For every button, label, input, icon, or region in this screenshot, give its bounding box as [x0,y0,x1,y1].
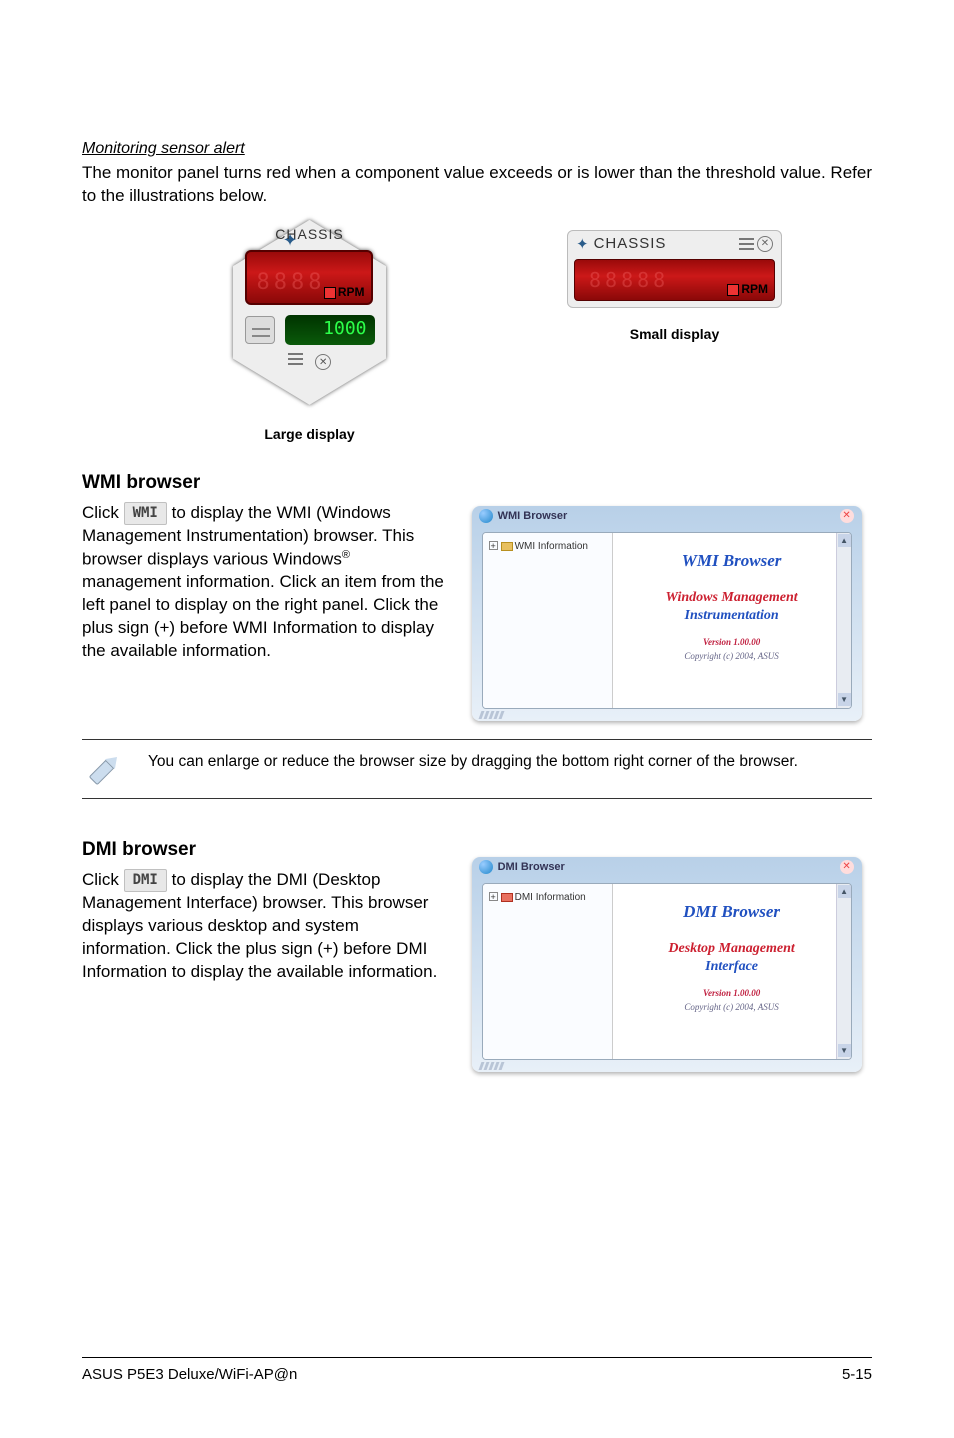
section-heading-monitoring: Monitoring sensor alert [82,140,872,158]
pencil-icon [81,745,129,793]
close-icon: ✕ [840,509,854,523]
dmi-tree: +DMI Information [483,884,613,1059]
scroll-down-icon: ▼ [838,693,851,706]
scroll-up-icon: ▲ [838,885,851,898]
monitoring-para: The monitor panel turns red when a compo… [82,162,872,208]
chassis-label: CHASSIS [225,226,395,242]
wmi-heading: WMI browser [82,472,872,494]
footer-product: ASUS P5E3 Deluxe/WiFi-AP@n [82,1366,297,1383]
globe-icon [479,860,493,874]
window-title: WMI Browser [498,510,568,522]
tree-expand-icon: + [489,892,498,901]
wmi-content: WMI Browser Windows Management Instrumen… [613,533,851,708]
large-chassis-panel: ✦ CHASSIS 8888 RPM 1000 ✕ [225,220,395,420]
window-title: DMI Browser [498,861,565,873]
list-icon [288,353,303,365]
wmi-button-chip: WMI [124,502,167,525]
scroll-up-icon: ▲ [838,534,851,547]
dmi-button-chip: DMI [124,869,167,892]
secondary-display: 1000 [285,315,375,345]
dmi-browser-window: DMI Browser ✕ +DMI Information DMI Brows… [472,857,862,1072]
dmi-content: DMI Browser Desktop Management Interface… [613,884,851,1059]
globe-icon [479,509,493,523]
wmi-paragraph: Click WMI to display the WMI (Windows Ma… [82,502,452,663]
chassis-label-small: CHASSIS [594,235,667,252]
close-icon: ✕ [840,860,854,874]
alert-display-small: 88888 RPM [574,259,775,301]
scrollbar: ▲ ▼ [836,533,851,708]
rpm-label: RPM [741,282,768,296]
alert-display: 8888 RPM [245,250,373,305]
dmi-heading: DMI browser [82,839,452,861]
wmi-browser-window: WMI Browser ✕ +WMI Information WMI Brows… [472,506,862,721]
rpm-label: RPM [338,285,365,299]
folder-icon [501,542,513,551]
list-icon [739,238,754,250]
wmi-tree: +WMI Information [483,533,613,708]
green-reading: 1000 [285,315,375,342]
note-text: You can enlarge or reduce the browser si… [148,752,872,773]
large-caption: Large display [142,426,477,442]
close-icon: ✕ [757,236,773,252]
fan-icon: ✦ [576,235,590,253]
small-chassis-panel: ✦ CHASSIS ✕ 88888 RPM [567,230,782,308]
page-footer: ASUS P5E3 Deluxe/WiFi-AP@n 5-15 [82,1357,872,1383]
folder-icon [501,893,513,902]
dmi-paragraph: Click DMI to display the DMI (Desktop Ma… [82,869,452,984]
close-icon: ✕ [315,354,331,370]
tree-expand-icon: + [489,541,498,550]
small-caption: Small display [477,326,872,342]
note-box: You can enlarge or reduce the browser si… [82,739,872,799]
footer-page: 5-15 [842,1366,872,1383]
gauge-icon [245,316,275,344]
scrollbar: ▲ ▼ [836,884,851,1059]
scroll-down-icon: ▼ [838,1044,851,1057]
